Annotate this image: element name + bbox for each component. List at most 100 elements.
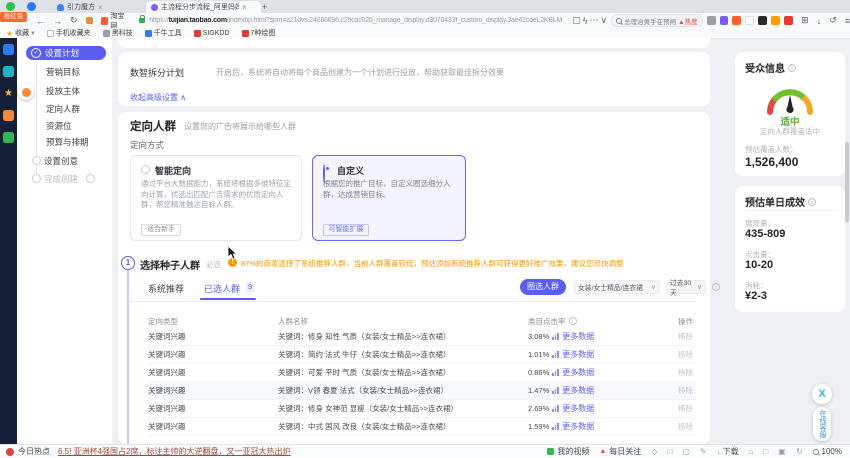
undo-icon[interactable]: ↺: [829, 15, 837, 26]
bookmark-label: 手机收藏夹: [56, 28, 91, 38]
remove-button[interactable]: 移除: [678, 331, 693, 342]
info-icon[interactable]: i: [569, 317, 577, 325]
globe-icon: [103, 30, 110, 37]
page-scrollbar[interactable]: [845, 142, 849, 222]
extension-icon[interactable]: [771, 16, 780, 25]
plugin-lightning-icon[interactable]: ϟ: [583, 16, 588, 26]
promo-badge[interactable]: 抢红包: [0, 12, 27, 22]
cell-type: 关键词兴趣: [148, 421, 278, 432]
rail-app-icon[interactable]: [3, 110, 14, 121]
qianniu-icon: [145, 30, 152, 37]
extension-icon[interactable]: [707, 16, 716, 25]
cell-ctr: 0.86%: [528, 368, 549, 377]
step-finish[interactable]: 完成创建: [44, 173, 78, 185]
remove-button[interactable]: 移除: [678, 367, 693, 378]
more-data-link[interactable]: 更多数据: [562, 385, 594, 396]
step-setup-plan[interactable]: ✓ 设置计划: [26, 46, 106, 60]
more-data-link[interactable]: 更多数据: [562, 367, 594, 378]
cell-type: 关键词兴趣: [148, 367, 278, 378]
qianniu-float-icon[interactable]: [18, 84, 34, 100]
download-icon[interactable]: ↓: [817, 16, 822, 26]
more-data-link[interactable]: 更多数据: [562, 331, 594, 342]
step-subject[interactable]: 投放主体: [46, 85, 80, 97]
circle-audience-button[interactable]: 圈选人群: [520, 279, 566, 295]
rail-app-icon[interactable]: [3, 66, 14, 77]
shield-icon[interactable]: ◇: [651, 447, 657, 456]
info-icon[interactable]: i: [808, 198, 816, 206]
info-icon[interactable]: i: [712, 283, 720, 291]
forward-icon[interactable]: →: [53, 16, 62, 26]
rail-app-icon[interactable]: [3, 44, 14, 55]
refresh-icon[interactable]: ↻: [796, 447, 803, 456]
extension-icon[interactable]: [720, 16, 729, 25]
shop-basket-icon[interactable]: [86, 17, 93, 24]
panel-icon[interactable]: □: [763, 447, 768, 456]
pen-icon[interactable]: ✎: [700, 447, 707, 456]
tab-close-icon[interactable]: ×: [242, 3, 247, 12]
hot-search-box[interactable]: 总理治黄手在预闸 ▲热度: [611, 14, 702, 27]
home-icon[interactable]: ⌂: [749, 447, 754, 456]
window-icon[interactable]: □: [667, 447, 672, 456]
step-audience[interactable]: 定向人群: [46, 103, 80, 115]
step-placement[interactable]: 资源位: [46, 120, 72, 132]
new-tab-button[interactable]: +: [262, 2, 267, 12]
remove-button[interactable]: 移除: [678, 385, 693, 396]
bookmark-sigkdd[interactable]: SIGKDD: [194, 30, 230, 37]
my-video-button[interactable]: 我的视频: [557, 446, 589, 457]
url-text[interactable]: https://tuijian.taobao.com/indexbp.html?…: [149, 17, 570, 24]
step-creative[interactable]: 设置创意: [44, 155, 78, 167]
bookmark-drawing[interactable]: 7种绘图: [242, 28, 276, 38]
tab-selected-audience[interactable]: 已选人群: [204, 282, 240, 295]
profile-avatar[interactable]: [27, 2, 36, 11]
more-menu-icon[interactable]: ⋯: [590, 15, 599, 26]
rail-app-icon[interactable]: [3, 132, 14, 143]
option-smart-targeting[interactable]: 智能定向 通过平台大数据能力，系统将根据多维特征定向计算，优选出匹配广告需求的优…: [130, 155, 302, 241]
bookmark-qianniu[interactable]: 千牛工具: [145, 28, 182, 38]
step-budget[interactable]: 预算与排期: [46, 136, 89, 148]
layout-icon[interactable]: ▣: [778, 447, 786, 456]
bookmark-favorites[interactable]: ★ 收藏 ▾: [6, 28, 35, 38]
bookmark-page-icon[interactable]: ▢: [572, 15, 581, 26]
tab-system-recommend[interactable]: 系统推荐: [148, 282, 184, 295]
more-data-link[interactable]: 更多数据: [562, 403, 594, 414]
hot-news-link[interactable]: 6.5! 亚洲杯4强国占2席，标注主帅的大逆翻盘，又一亚冠大热出炉: [58, 446, 290, 457]
extension-icon[interactable]: [758, 16, 767, 25]
more-data-link[interactable]: 更多数据: [562, 349, 594, 360]
rail-star-icon[interactable]: ★: [3, 88, 14, 99]
option-custom-targeting[interactable]: 自定义 根据您的推广目标，自定义圈选细分人群，达成营销目标。 可智能扩展: [312, 155, 466, 241]
download-icon[interactable]: ↓: [717, 447, 721, 456]
extension-icon[interactable]: [732, 16, 741, 25]
daily-watch-button[interactable]: 每日关注: [609, 446, 641, 457]
step-marketing-goal[interactable]: 营销目标: [46, 66, 80, 78]
info-icon[interactable]: i: [788, 64, 796, 72]
tab-main-flow[interactable]: 主流程分步流程_阿里妈妈营... ×: [146, 1, 261, 13]
more-data-link[interactable]: 更多数据: [562, 421, 594, 432]
bookmark-mobile[interactable]: 手机收藏夹: [47, 28, 91, 38]
extension-icon[interactable]: [784, 16, 793, 25]
back-icon[interactable]: ←: [36, 16, 45, 26]
download-label[interactable]: 下载: [723, 446, 739, 457]
online-service-button[interactable]: 在线客服: [813, 407, 831, 441]
range-value: 过去30天: [670, 277, 697, 297]
category-dropdown[interactable]: 女装/女士精品/连衣裙∨: [574, 280, 660, 294]
zoom-level[interactable]: 100%: [822, 447, 842, 456]
screen-icon[interactable]: ▢: [682, 447, 690, 456]
collapse-advanced-link[interactable]: 收起高级设置 ∧: [130, 92, 186, 103]
bookmark-heikeji[interactable]: 黑科技: [103, 28, 133, 38]
divider: [745, 210, 835, 211]
browser-logo-icon[interactable]: [6, 2, 15, 11]
refresh-icon[interactable]: ↻: [70, 15, 78, 26]
assistant-x-icon[interactable]: X: [812, 384, 832, 404]
extension-icon[interactable]: [745, 16, 754, 25]
remove-button[interactable]: 移除: [678, 349, 693, 360]
remove-button[interactable]: 移除: [678, 403, 693, 414]
radio-icon[interactable]: [141, 165, 150, 174]
smart-split-label: 数智拆分计划: [130, 66, 184, 79]
chevron-down-icon[interactable]: ∨: [601, 15, 608, 26]
remove-button[interactable]: 移除: [678, 421, 693, 432]
zoom-icon[interactable]: [813, 449, 819, 455]
tab-yinli-mofang[interactable]: 引力魔方 ×: [52, 1, 108, 13]
menu-icon[interactable]: ≡: [845, 16, 850, 26]
apps-grid-icon[interactable]: ⊞: [801, 15, 809, 26]
time-range-dropdown[interactable]: 过去30天∨: [666, 280, 706, 294]
